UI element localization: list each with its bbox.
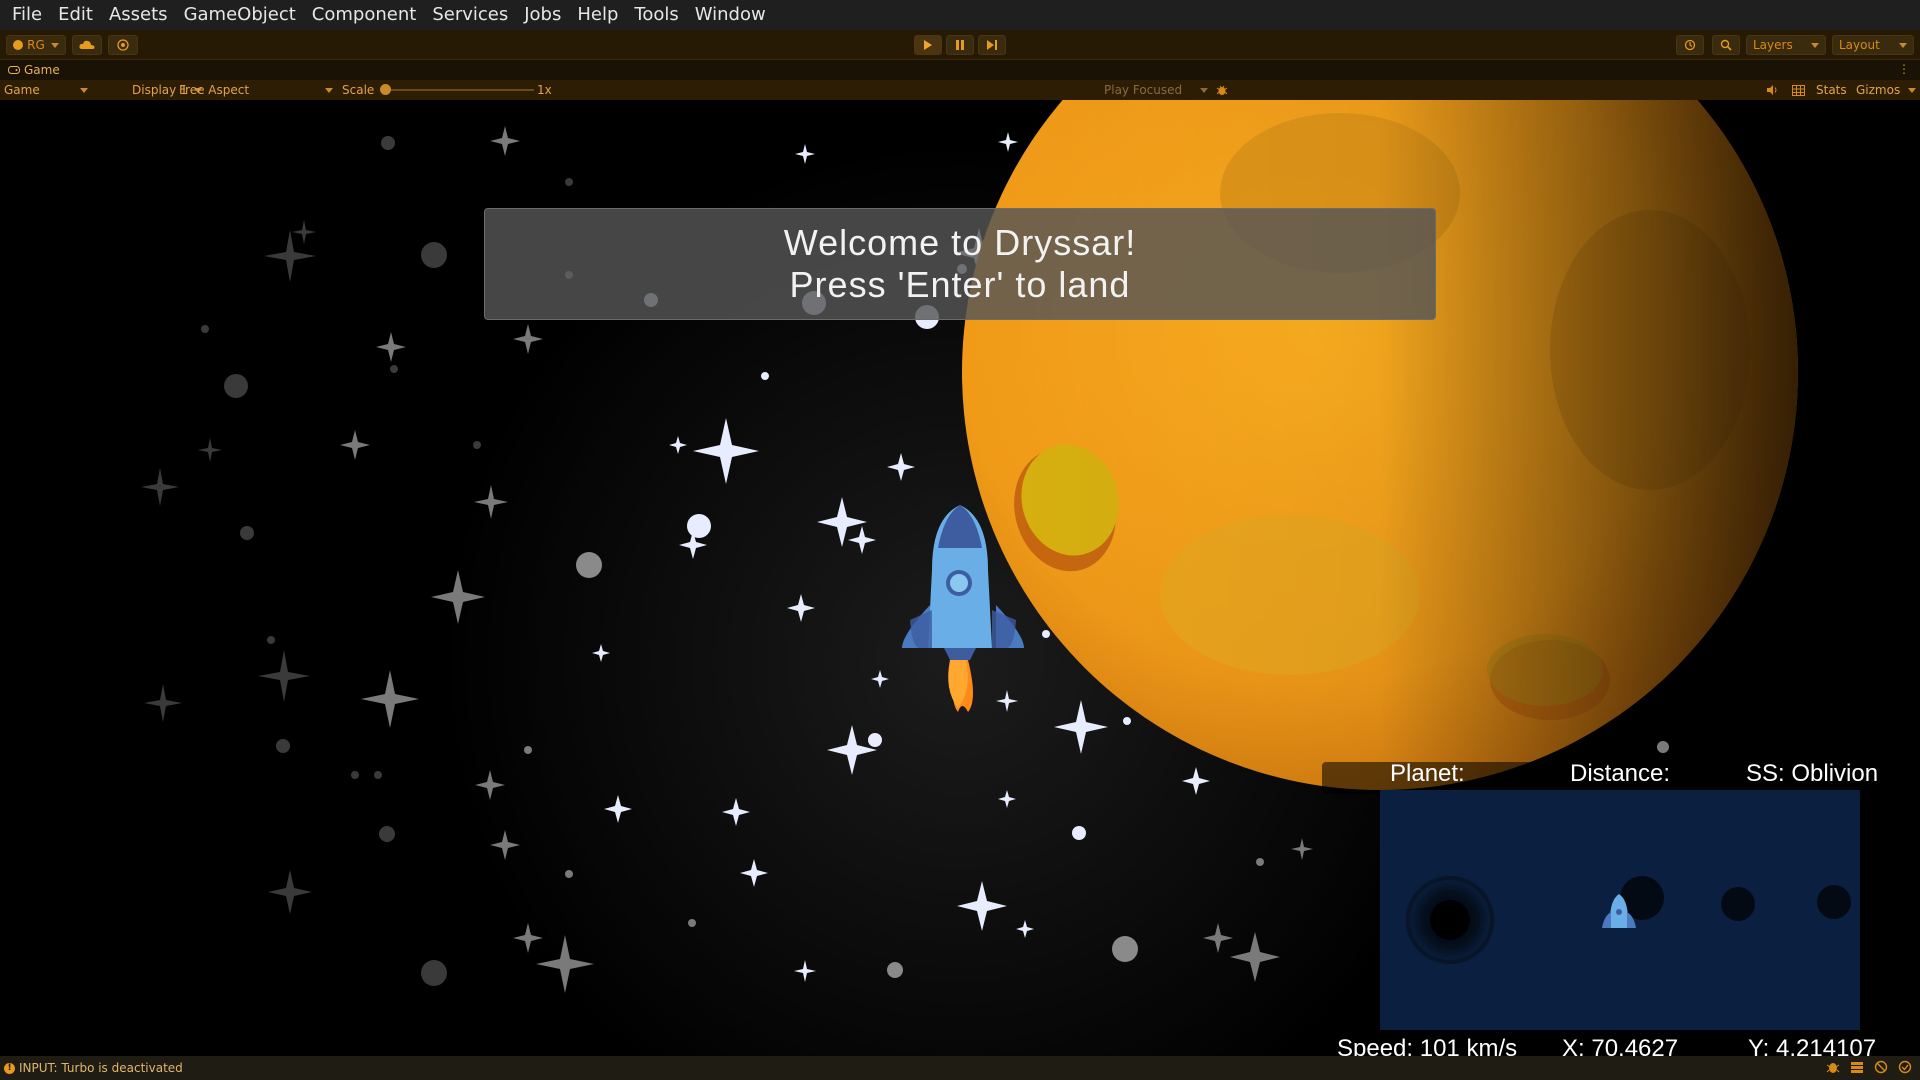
menu-services[interactable]: Services — [424, 0, 516, 30]
tab-game-label: Game — [24, 63, 60, 77]
stack-icon[interactable] — [1850, 1060, 1864, 1074]
stats-button[interactable]: Stats — [1816, 80, 1847, 100]
gizmos-dropdown[interactable]: Gizmos — [1856, 80, 1916, 100]
landing-instruction: Press 'Enter' to land — [789, 264, 1131, 305]
chevron-down-icon — [1899, 42, 1907, 48]
step-button[interactable] — [978, 35, 1006, 55]
status-bar: ! INPUT: Turbo is deactivated — [0, 1056, 1920, 1080]
status-icons — [1826, 1060, 1912, 1074]
menu-file[interactable]: File — [4, 0, 50, 30]
planet-label: Planet: — [1390, 760, 1465, 787]
scale-slider-track[interactable] — [386, 89, 534, 91]
grid-icon — [1792, 84, 1805, 96]
account-label: RG — [27, 38, 45, 52]
scale-label: Scale — [342, 83, 375, 97]
menu-tools[interactable]: Tools — [626, 0, 686, 30]
aspect-label: Free Aspect — [179, 83, 250, 97]
view-mode-label: Game — [4, 83, 40, 97]
chevron-down-icon — [1200, 87, 1208, 93]
chevron-down-icon — [80, 87, 88, 93]
y-coordinate-readout: Y: 4.214107 — [1748, 1035, 1877, 1056]
kebab-menu-icon[interactable]: ⋮ — [1898, 62, 1910, 76]
bug-button[interactable] — [1216, 80, 1228, 100]
landing-prompt-dialog: Welcome to Dryssar! Press 'Enter' to lan… — [484, 208, 1436, 320]
account-dropdown[interactable]: RG — [6, 35, 66, 55]
pause-icon — [956, 40, 964, 50]
speaker-icon — [1767, 85, 1777, 95]
collab-button[interactable] — [108, 35, 138, 55]
view-mode-dropdown[interactable]: Game — [4, 80, 88, 100]
grid-button[interactable] — [1792, 80, 1805, 100]
welcome-title: Welcome to Dryssar! — [783, 222, 1137, 263]
x-coordinate-readout: X: 70.4627 — [1562, 1035, 1679, 1056]
console-message[interactable]: ! INPUT: Turbo is deactivated — [0, 1061, 183, 1075]
chevron-down-icon — [325, 87, 333, 93]
cloud-button[interactable] — [72, 35, 102, 55]
chevron-down-icon — [50, 42, 59, 48]
play-button[interactable] — [914, 35, 942, 55]
play-mode-label: Play Focused — [1104, 83, 1183, 97]
target-icon — [117, 39, 129, 51]
gamepad-icon — [8, 66, 20, 74]
account-icon — [13, 40, 24, 50]
history-button[interactable] — [1676, 35, 1704, 55]
game-tab-row: Game ⋮ — [0, 60, 1920, 80]
mute-audio-button[interactable] — [1766, 80, 1778, 100]
network-icon[interactable] — [1874, 1060, 1888, 1074]
layers-dropdown[interactable]: Layers — [1746, 35, 1826, 55]
minimap — [1380, 790, 1860, 1030]
chevron-down-icon — [1811, 42, 1819, 48]
check-circle-icon[interactable] — [1898, 1060, 1912, 1074]
speed-readout: Speed: 101 km/s — [1337, 1035, 1518, 1056]
console-message-text: INPUT: Turbo is deactivated — [19, 1061, 183, 1075]
chevron-down-icon — [1908, 87, 1916, 93]
ship-name-label: SS: Oblivion — [1746, 760, 1879, 787]
menu-jobs[interactable]: Jobs — [516, 0, 569, 30]
display-dropdown[interactable]: Display 1 — [132, 80, 202, 100]
menu-bar: File Edit Assets GameObject Component Se… — [0, 0, 1920, 30]
info-icon: ! — [4, 1062, 15, 1074]
menu-gameobject[interactable]: GameObject — [176, 0, 304, 30]
layout-label: Layout — [1839, 38, 1880, 52]
gizmos-label: Gizmos — [1856, 83, 1901, 97]
distance-label: Distance: — [1570, 760, 1671, 787]
game-view-controls: Game Display 1 Free Aspect Scale 1x Play… — [0, 80, 1920, 100]
search-button[interactable] — [1712, 35, 1740, 55]
menu-edit[interactable]: Edit — [50, 0, 101, 30]
tab-game[interactable]: Game — [0, 63, 60, 77]
menu-window[interactable]: Window — [687, 0, 774, 30]
scale-slider-thumb[interactable] — [380, 84, 391, 95]
history-icon — [1684, 39, 1696, 51]
play-mode-dropdown[interactable]: Play Focused — [1104, 80, 1208, 100]
layout-dropdown[interactable]: Layout — [1832, 35, 1914, 55]
cloud-icon — [79, 40, 95, 49]
pause-button[interactable] — [946, 35, 974, 55]
menu-help[interactable]: Help — [569, 0, 626, 30]
bug-icon[interactable] — [1826, 1060, 1840, 1074]
planet-dryssar — [962, 100, 1798, 790]
layers-label: Layers — [1753, 38, 1793, 52]
menu-component[interactable]: Component — [304, 0, 425, 30]
game-viewport[interactable]: Welcome to Dryssar! Press 'Enter' to lan… — [0, 100, 1920, 1056]
menu-assets[interactable]: Assets — [101, 0, 176, 30]
bug-icon — [1216, 85, 1228, 95]
main-toolbar: RG Layers Layout — [0, 30, 1920, 60]
play-icon — [924, 40, 932, 50]
search-icon — [1720, 39, 1732, 51]
scale-value: 1x — [537, 83, 552, 97]
aspect-dropdown[interactable]: Free Aspect — [179, 80, 333, 100]
step-icon — [987, 40, 997, 50]
